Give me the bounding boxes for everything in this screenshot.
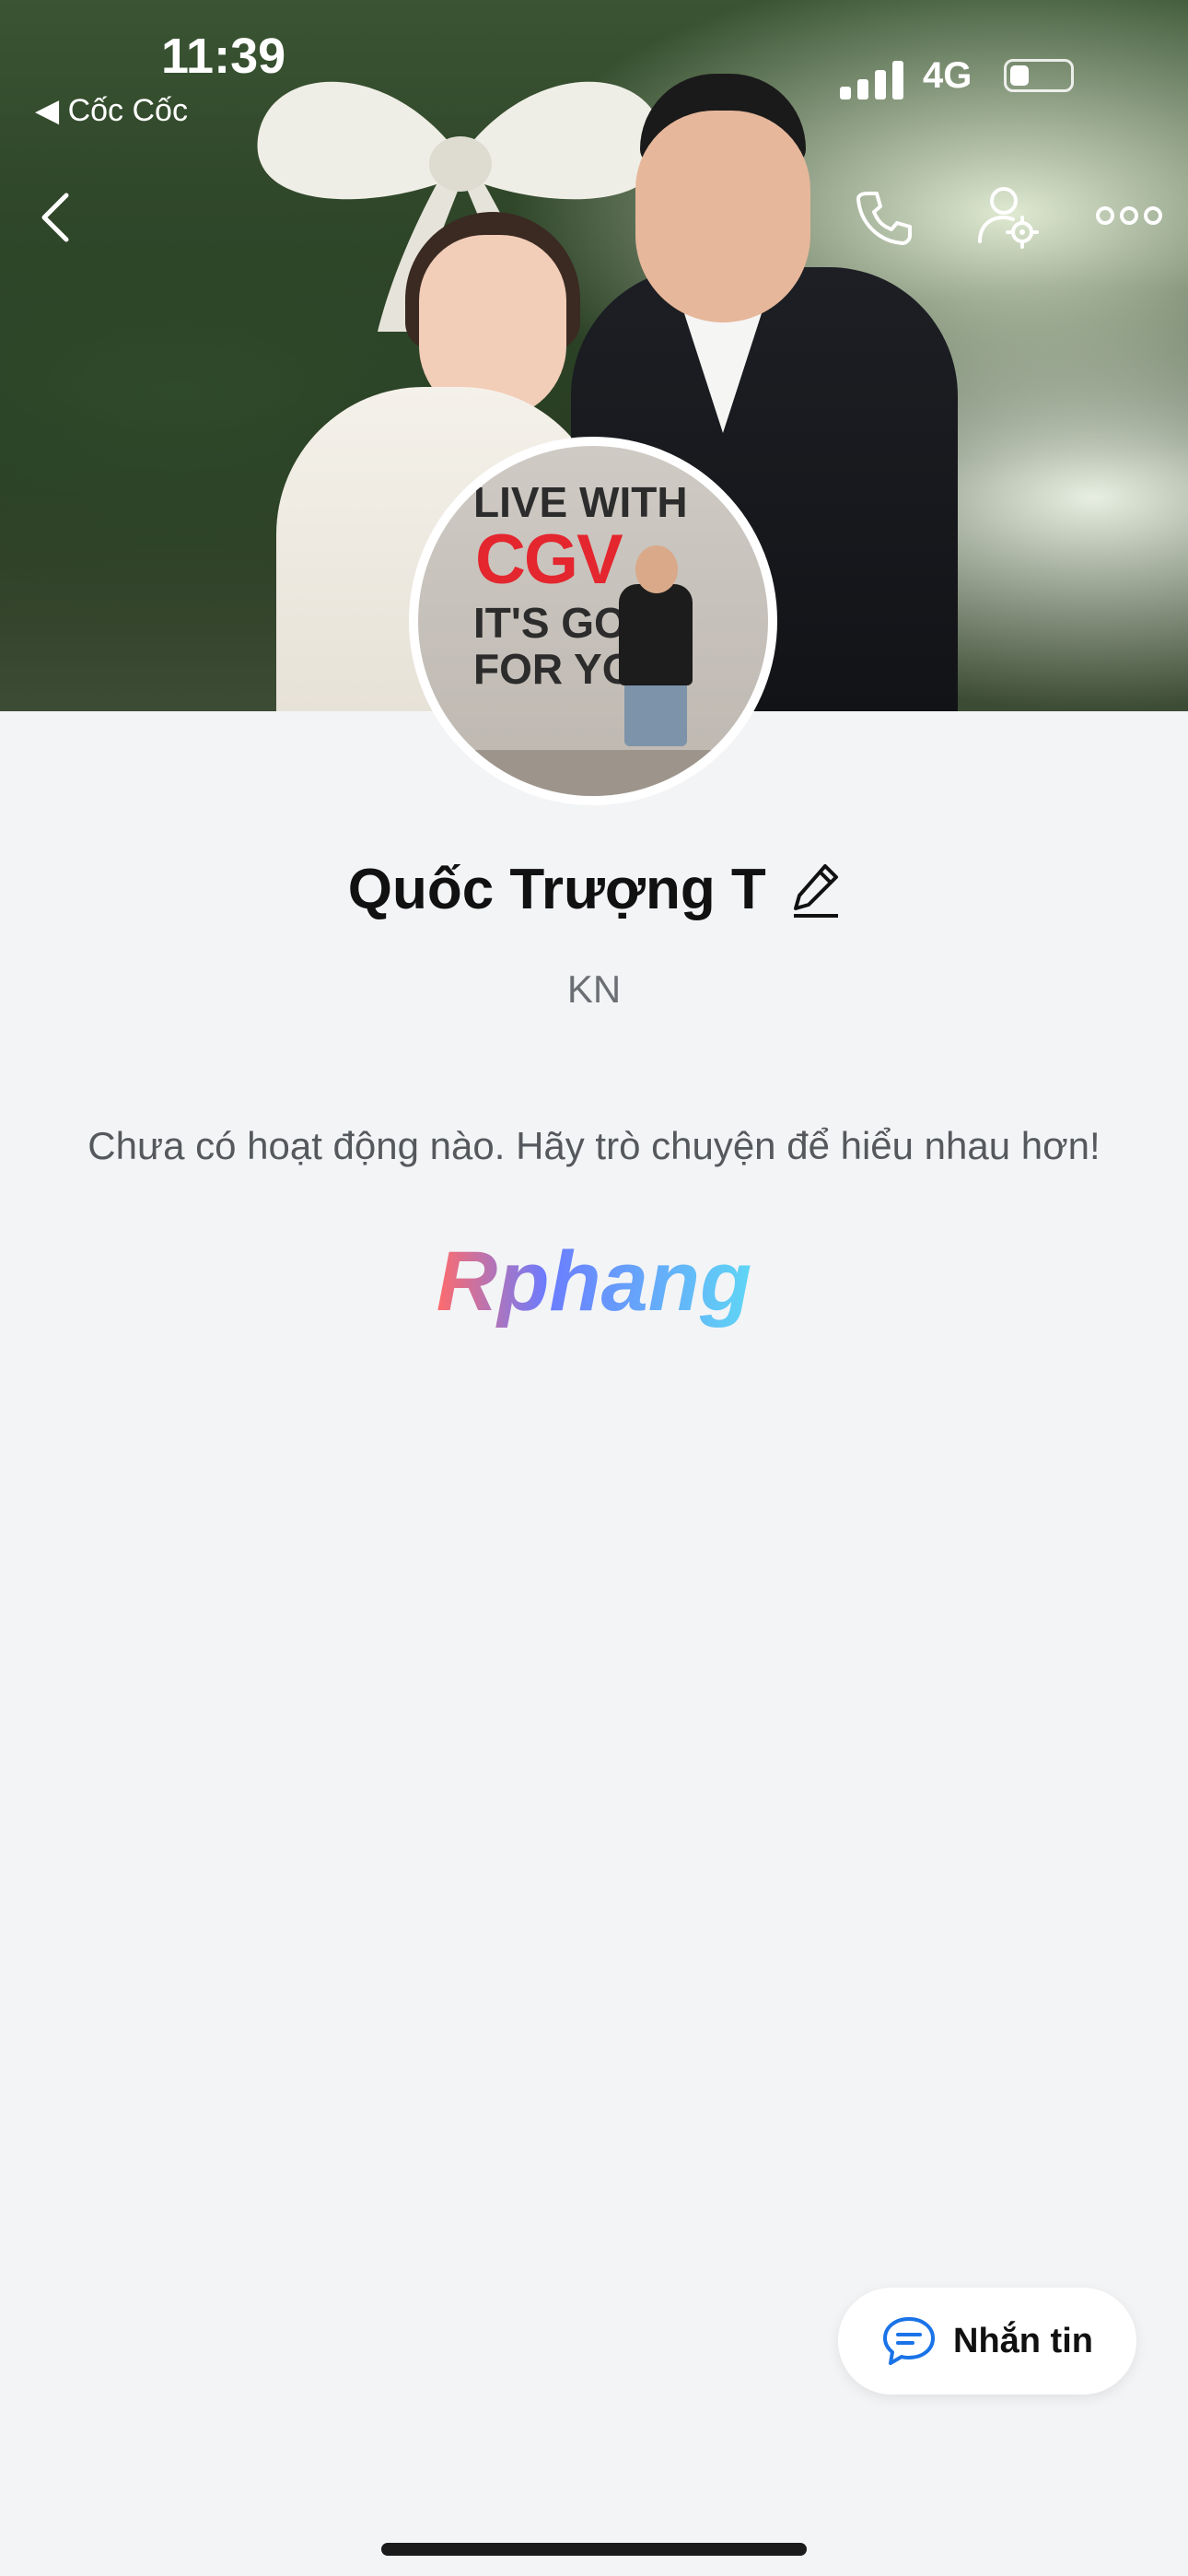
groom-face xyxy=(635,111,810,322)
avatar-person xyxy=(624,682,687,746)
status-time: 11:39 xyxy=(161,29,286,84)
edit-pencil-icon[interactable] xyxy=(792,862,840,918)
profile-avatar[interactable]: LIVE WITH CGV IT'S GOO FOR YO xyxy=(409,437,777,805)
phone-icon[interactable] xyxy=(855,188,914,247)
profile-subtitle: KN xyxy=(566,967,622,1011)
battery-icon xyxy=(1004,59,1074,92)
avatar-floor xyxy=(418,750,768,796)
message-button[interactable]: Nhắn tin xyxy=(838,2288,1136,2395)
profile-name-row: Quốc Trượng T xyxy=(0,857,1188,922)
message-button-label: Nhắn tin xyxy=(953,2321,1093,2360)
avatar-person xyxy=(619,584,693,685)
network-type: 4G xyxy=(923,55,973,96)
back-arrow-icon[interactable] xyxy=(39,192,76,243)
empty-activity-message: Chưa có hoạt động nào. Hãy trò chuyện để… xyxy=(87,1124,1101,1167)
more-icon[interactable] xyxy=(1096,205,1162,227)
watermark-text: Rphang xyxy=(437,1235,751,1329)
home-indicator[interactable] xyxy=(381,2543,807,2556)
avatar-text-line: FOR YO xyxy=(473,645,635,693)
avatar-person xyxy=(635,545,678,593)
back-to-app-link[interactable]: ◀ Cốc Cốc xyxy=(35,92,188,129)
avatar-brand-text: CGV xyxy=(475,521,623,599)
profile-settings-icon[interactable] xyxy=(976,184,1041,249)
chat-bubble-icon xyxy=(883,2317,935,2365)
profile-name: Quốc Trượng T xyxy=(347,858,766,921)
watermark-logo: Rphang xyxy=(437,1235,751,1329)
signal-icon xyxy=(840,61,903,100)
